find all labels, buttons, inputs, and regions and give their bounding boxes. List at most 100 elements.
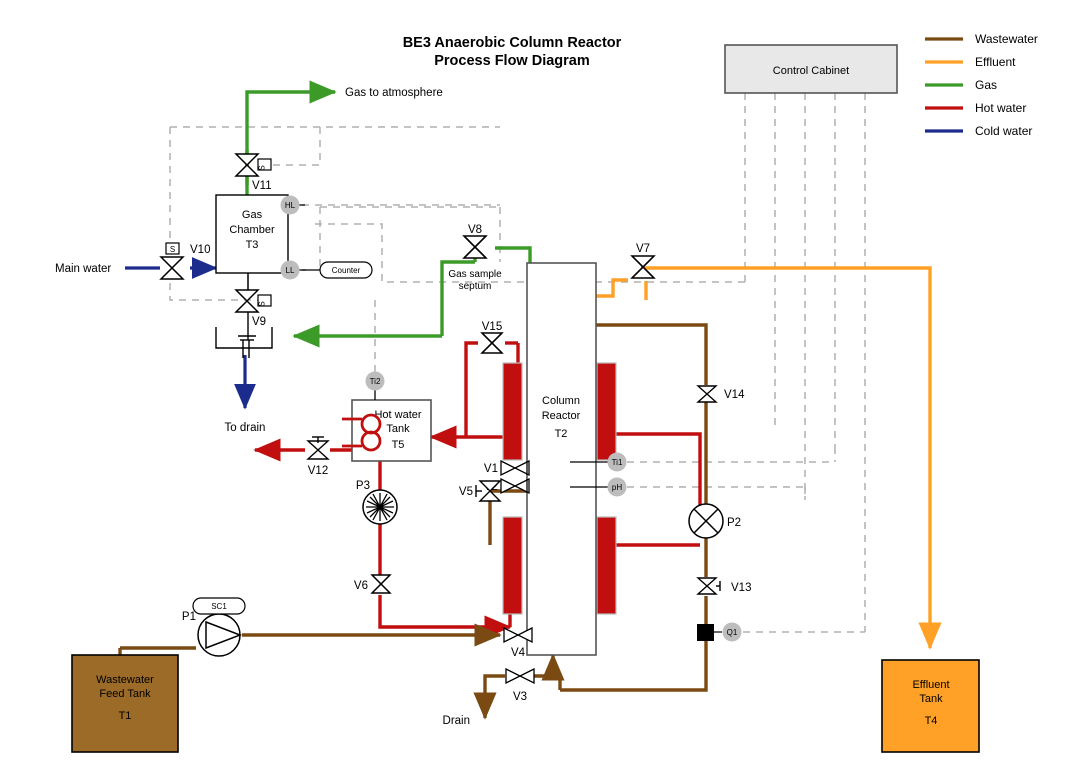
valve-v12-body[interactable] bbox=[306, 440, 330, 460]
wastewater-tank-tag: T1 bbox=[119, 710, 132, 722]
valve-v8-label: V8 bbox=[468, 224, 482, 236]
valve-v10-body[interactable] bbox=[159, 256, 185, 280]
valve-v6[interactable]: V6 bbox=[354, 574, 392, 594]
main-water-label: Main water bbox=[55, 263, 111, 275]
counter-label: Counter bbox=[332, 266, 361, 275]
gas-sample-septum-line1: Gas sample bbox=[448, 269, 502, 280]
valve-v10-solenoid-label: S bbox=[170, 245, 175, 254]
signal-branch-v11 bbox=[268, 127, 321, 166]
gas-chamber-name-1: Gas bbox=[242, 209, 263, 221]
signal-branch-ll bbox=[319, 207, 368, 271]
jacket-upper-left bbox=[502, 362, 523, 461]
title-line-1: BE3 Anaerobic Column Reactor bbox=[403, 35, 622, 51]
valve-v9-solenoid-label: S bbox=[258, 301, 267, 306]
level-instruments: HL LL Counter bbox=[280, 195, 373, 280]
valve-v14[interactable]: V14 bbox=[696, 385, 745, 403]
valve-v6-label: V6 bbox=[354, 580, 368, 592]
water-seal-vessel bbox=[215, 327, 273, 349]
valve-v14-body[interactable] bbox=[696, 385, 718, 403]
legend: Wastewater Effluent Gas Hot water Cold w… bbox=[925, 32, 1038, 138]
valve-v11[interactable]: S V11 bbox=[234, 153, 272, 192]
wastewater-feed-tank-t1[interactable]: Wastewater Feed Tank T1 bbox=[71, 654, 179, 753]
valve-v13-label: V13 bbox=[731, 582, 751, 594]
sensor-ti2[interactable]: Ti2 bbox=[365, 371, 385, 401]
gas-to-atmosphere-label: Gas to atmosphere bbox=[345, 87, 443, 99]
valve-v15[interactable]: V15 bbox=[480, 321, 504, 354]
sc1-label: SC1 bbox=[211, 602, 227, 611]
valve-v1-left[interactable] bbox=[500, 459, 517, 477]
hot-water-tank-name-2: Tank bbox=[386, 423, 410, 435]
pump-p3[interactable]: P3 bbox=[356, 480, 398, 525]
valve-v13-body[interactable] bbox=[696, 577, 718, 595]
pump-p2-label: P2 bbox=[727, 517, 741, 529]
legend-label-cold-water: Cold water bbox=[975, 124, 1032, 138]
valve-v3-label: V3 bbox=[513, 691, 527, 703]
cold-water-piping bbox=[125, 257, 256, 410]
legend-label-hot-water: Hot water bbox=[975, 101, 1026, 115]
page-title: BE3 Anaerobic Column Reactor Process Flo… bbox=[403, 35, 622, 69]
hw-p3-to-column bbox=[378, 595, 512, 639]
wastewater-tank-box[interactable] bbox=[71, 654, 179, 753]
process-flow-diagram: BE3 Anaerobic Column Reactor Process Flo… bbox=[0, 0, 1088, 766]
valve-v11-body[interactable] bbox=[234, 153, 260, 177]
valve-v4-label: V4 bbox=[511, 647, 526, 659]
legend-label-wastewater: Wastewater bbox=[975, 32, 1038, 46]
hl-label: HL bbox=[285, 201, 296, 210]
valve-v12-label: V12 bbox=[308, 465, 328, 477]
ti2-label: Ti2 bbox=[370, 377, 381, 386]
q1-label: Q1 bbox=[727, 628, 738, 637]
wastewater-tank-name-2: Feed Tank bbox=[99, 688, 151, 700]
pump-p2[interactable]: P2 bbox=[688, 503, 741, 539]
ww-v3-to-drain bbox=[473, 674, 505, 720]
ll-label: LL bbox=[286, 266, 295, 275]
valve-v7[interactable]: V7 bbox=[630, 243, 656, 279]
column-reactor-tag: T2 bbox=[555, 428, 568, 440]
valve-v7-label: V7 bbox=[636, 243, 650, 255]
hot-water-piping bbox=[253, 341, 702, 639]
valve-v10[interactable]: S V10 Main water bbox=[55, 242, 210, 280]
valve-v3-right[interactable] bbox=[518, 667, 535, 685]
valve-v3-left[interactable] bbox=[505, 667, 522, 685]
gas-chamber-t3[interactable]: Gas Chamber T3 bbox=[215, 194, 289, 274]
valve-v10-label: V10 bbox=[190, 244, 210, 256]
gas-chamber-name-2: Chamber bbox=[229, 224, 275, 236]
valve-v9[interactable]: S V9 bbox=[234, 273, 272, 328]
valve-v9-label: V9 bbox=[252, 316, 266, 328]
jacket-lower-left bbox=[502, 516, 523, 615]
gas-chamber-tag: T3 bbox=[246, 239, 259, 251]
effluent-tank-t4[interactable]: Effluent Tank T4 bbox=[881, 659, 980, 753]
effluent-tank-name-1: Effluent bbox=[912, 679, 949, 691]
valve-v4-right[interactable] bbox=[516, 626, 533, 644]
valve-v12[interactable]: V12 bbox=[306, 436, 330, 477]
effluent-tank-name-2: Tank bbox=[919, 693, 943, 705]
drain-label: Drain bbox=[443, 715, 470, 727]
pump-p3-impeller bbox=[366, 493, 394, 521]
effluent-tank-tag: T4 bbox=[925, 715, 938, 727]
valve-v15-label: V15 bbox=[482, 321, 502, 333]
hw-right-loop-upper bbox=[616, 432, 702, 521]
sample-valve-cluster[interactable]: V1 V2 V5 bbox=[459, 459, 530, 502]
valve-v9-body[interactable] bbox=[234, 289, 260, 313]
valve-v4-left[interactable] bbox=[503, 626, 520, 644]
valve-v1-label: V1 bbox=[484, 463, 498, 475]
control-cabinet-label: Control Cabinet bbox=[773, 65, 849, 77]
effluent-tank-box[interactable] bbox=[881, 659, 980, 753]
hot-water-tank-t5[interactable]: Hot water Tank T5 bbox=[342, 399, 432, 462]
ti1-label: Ti1 bbox=[612, 458, 623, 467]
wastewater-tank-name-1: Wastewater bbox=[96, 674, 154, 686]
control-cabinet[interactable]: Control Cabinet bbox=[724, 44, 898, 94]
pfd-canvas: BE3 Anaerobic Column Reactor Process Flo… bbox=[55, 32, 1038, 753]
wastewater-piping bbox=[118, 323, 708, 720]
valve-v13[interactable]: V13 bbox=[696, 577, 751, 595]
valve-v11-solenoid-label: S bbox=[258, 165, 267, 170]
pump-p1-label: P1 bbox=[182, 611, 196, 623]
column-reactor-t2[interactable]: Column Reactor T2 bbox=[502, 262, 617, 656]
title-line-2: Process Flow Diagram bbox=[434, 53, 590, 69]
hot-water-tank-name-1: Hot water bbox=[374, 409, 421, 421]
pump-p3-label: P3 bbox=[356, 480, 370, 492]
sensor-q1[interactable]: Q1 bbox=[697, 622, 742, 642]
column-reactor-box[interactable] bbox=[526, 262, 597, 656]
q1-element[interactable] bbox=[697, 624, 714, 641]
legend-label-gas: Gas bbox=[975, 78, 997, 92]
valve-v14-label: V14 bbox=[724, 389, 745, 401]
